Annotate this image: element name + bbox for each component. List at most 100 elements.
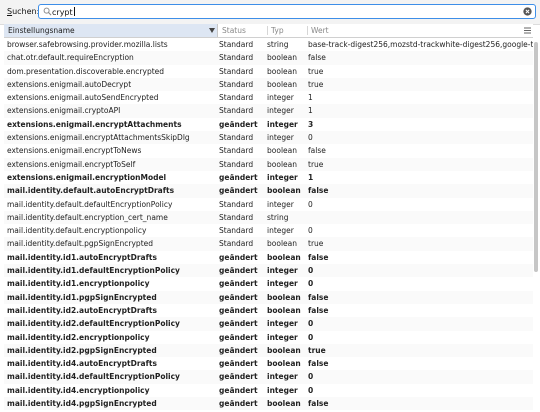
scrollbar-thumb[interactable] — [534, 42, 538, 272]
pref-status: Standard — [219, 106, 254, 116]
pref-value: true — [308, 345, 326, 355]
table-row[interactable]: extensions.enigmail.encryptToNews Standar… — [4, 144, 533, 157]
table-row[interactable]: mail.identity.default.defaultEncryptionP… — [4, 198, 533, 211]
table-row[interactable]: mail.identity.default.encryption_cert_na… — [4, 210, 533, 225]
table-row[interactable]: mail.identity.id4.defaultEncryptionPolic… — [4, 370, 533, 384]
table-row[interactable]: mail.identity.id2.encryptionpolicy geände… — [4, 331, 533, 344]
pref-name: extensions.enigmail.encryptToNews — [7, 146, 142, 156]
table-row[interactable]: mail.identity.id4.encryptionpolicy geände… — [4, 384, 533, 397]
pref-status: geändert — [219, 305, 258, 315]
table-row[interactable]: mail.identity.id1.defaultEncryptionPolic… — [4, 264, 533, 278]
pref-name: mail.identity.id2.autoEncryptDrafts — [7, 305, 157, 315]
pref-type: integer — [267, 319, 298, 329]
pref-type: string — [267, 40, 289, 49]
table-row[interactable]: extensions.enigmail.cryptoAPI Standard int… — [4, 104, 533, 118]
pref-value: 3 — [308, 119, 314, 129]
table-row[interactable]: chat.otr.default.requireEncryption Standa… — [4, 51, 533, 65]
text-cursor — [73, 7, 75, 16]
column-picker-icon[interactable] — [524, 27, 531, 34]
pref-type: integer — [267, 199, 294, 209]
pref-value: 0 — [308, 226, 313, 236]
pref-name: mail.identity.id4.autoEncryptDrafts — [7, 359, 157, 369]
pref-type: integer — [267, 106, 294, 116]
clear-search-icon[interactable] — [523, 7, 532, 16]
pref-name: extensions.enigmail.autoDecrypt — [7, 79, 132, 89]
table-row[interactable]: mail.identity.id4.pgpSignEncrypted geände… — [4, 397, 533, 411]
pref-value: false — [308, 305, 329, 315]
pref-type: boolean — [267, 239, 297, 249]
pref-status: Standard — [219, 133, 254, 143]
search-input[interactable]: crypt — [38, 4, 536, 19]
table-row[interactable]: extensions.enigmail.encryptToSelf Standar… — [4, 157, 533, 171]
pref-status: Standard — [219, 40, 254, 49]
pref-status: geändert — [219, 385, 258, 395]
table-row[interactable]: mail.identity.id2.autoEncryptDrafts geänd… — [4, 304, 533, 317]
pref-value: true — [308, 239, 324, 249]
pref-status: geändert — [219, 372, 258, 382]
pref-name: mail.identity.default.encryptionpolicy — [7, 226, 147, 236]
table-row[interactable]: mail.identity.default.encryptionpolicy St… — [4, 224, 533, 237]
pref-type: string — [267, 212, 289, 222]
pref-name: mail.identity.default.pgpSignEncrypted — [7, 239, 154, 249]
pref-value: 1 — [308, 172, 314, 182]
pref-type: integer — [267, 93, 294, 103]
pref-name: mail.identity.id1.encryptionpolicy — [7, 279, 150, 289]
pref-value: true — [308, 159, 324, 169]
table-row[interactable]: mail.identity.id1.autoEncryptDrafts geänd… — [4, 251, 533, 264]
table-row[interactable]: mail.identity.id1.pgpSignEncrypted geände… — [4, 290, 533, 304]
table-row[interactable]: dom.presentation.discoverable.encrypted S… — [4, 65, 533, 78]
pref-name: mail.identity.id2.defaultEncryptionPolic… — [7, 319, 180, 329]
pref-name: extensions.enigmail.cryptoAPI — [7, 106, 121, 116]
pref-value: false — [308, 146, 326, 156]
table-row[interactable]: mail.identity.id2.pgpSignEncrypted geände… — [4, 343, 533, 358]
pref-name: mail.identity.id2.pgpSignEncrypted — [7, 345, 157, 355]
column-header-type[interactable]: Typ — [267, 24, 307, 37]
pref-type: integer — [267, 385, 298, 395]
table-row[interactable]: mail.identity.id2.defaultEncryptionPolic… — [4, 317, 533, 331]
search-icon — [43, 7, 52, 16]
table-row[interactable]: mail.identity.default.pgpSignEncrypted St… — [4, 237, 533, 251]
search-value: crypt — [52, 7, 75, 17]
pref-value: false — [308, 399, 329, 409]
table-row[interactable]: browser.safebrowsing.provider.mozilla.li… — [4, 38, 533, 51]
pref-status: geändert — [219, 186, 258, 196]
table-row[interactable]: mail.identity.id4.autoEncryptDrafts geänd… — [4, 357, 533, 370]
pref-type: boolean — [267, 79, 297, 89]
column-header-value[interactable]: Wert — [307, 24, 522, 37]
pref-status: geändert — [219, 359, 258, 369]
pref-status: Standard — [219, 53, 254, 63]
column-header-name[interactable]: Einstellungsname — [4, 24, 218, 37]
pref-status: geändert — [219, 319, 258, 329]
table-row[interactable]: extensions.enigmail.autoSendEncrypted Sta… — [4, 91, 533, 104]
table-row[interactable]: extensions.enigmail.encryptAttachmentsSk… — [4, 131, 533, 145]
column-header-type-label: Typ — [271, 26, 284, 35]
table-row[interactable]: mail.identity.id1.encryptionpolicy geände… — [4, 277, 533, 290]
column-header-status[interactable]: Status — [218, 24, 267, 37]
pref-status: geändert — [219, 345, 258, 355]
pref-name: mail.identity.id4.defaultEncryptionPolic… — [7, 372, 180, 382]
pref-value: 0 — [308, 266, 314, 276]
pref-name: dom.presentation.discoverable.encrypted — [7, 66, 165, 76]
table-row[interactable]: mail.identity.default.autoEncryptDrafts g… — [4, 184, 533, 198]
table-row[interactable]: extensions.enigmail.autoDecrypt Standard b… — [4, 77, 533, 92]
pref-status: Standard — [219, 146, 254, 156]
pref-value: 0 — [308, 332, 314, 342]
pref-value: 0 — [308, 133, 313, 143]
pref-type: integer — [267, 266, 298, 276]
table-row[interactable]: extensions.enigmail.encryptAttachments ge… — [4, 118, 533, 131]
pref-value: true — [308, 66, 324, 76]
pref-value: false — [308, 252, 329, 262]
pref-name: chat.otr.default.requireEncryption — [7, 53, 134, 63]
pref-value: true — [308, 79, 324, 89]
pref-status: geändert — [219, 399, 258, 409]
column-header-value-label: Wert — [311, 26, 329, 35]
pref-value: false — [308, 292, 329, 302]
pref-status: geändert — [219, 266, 258, 276]
pref-name: mail.identity.id2.encryptionpolicy — [7, 332, 150, 342]
vertical-scrollbar[interactable] — [534, 38, 538, 410]
pref-name: mail.identity.default.autoEncryptDrafts — [7, 186, 175, 196]
pref-type: boolean — [267, 345, 301, 355]
table-row[interactable]: extensions.enigmail.encryptionModel geänd… — [4, 171, 533, 184]
pref-name: mail.identity.id1.pgpSignEncrypted — [7, 292, 157, 302]
pref-status: Standard — [219, 93, 254, 103]
